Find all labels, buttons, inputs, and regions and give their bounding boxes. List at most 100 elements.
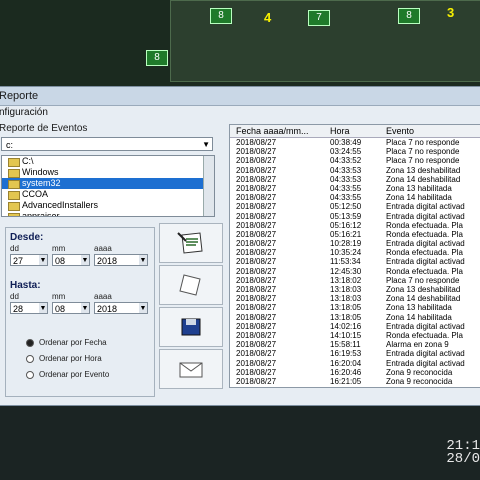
list-item[interactable]: 2018/08/27 13:18:05 Zona 13 habilitada	[230, 303, 480, 312]
chevron-down-icon[interactable]: ▼	[39, 303, 47, 313]
list-item[interactable]: 2018/08/27 05:13:59 Entrada digital activa…	[230, 212, 480, 221]
list-item[interactable]: 2018/08/27 13:18:03 Zona 14 deshabilitad	[230, 294, 480, 303]
desde-dd-select[interactable]: 27 ▼	[10, 254, 48, 266]
list-item[interactable]: 2018/08/27 04:33:52 Placa 7 no responde	[230, 156, 480, 165]
list-item[interactable]: 2018/08/27 04:33:53 Zona 13 deshabilitad	[230, 166, 480, 175]
event-description: Zona 9 reconocida	[386, 367, 453, 377]
event-time: 13:18:05	[330, 303, 362, 313]
event-time: 10:28:19	[330, 239, 362, 249]
folder-item[interactable]: appraiser	[2, 211, 214, 216]
list-item[interactable]: 2018/08/27 04:33:55 Zona 13 habilitada	[230, 184, 480, 193]
desde-mm-select[interactable]: 08 ▼	[52, 254, 90, 266]
event-time: 15:58:11	[330, 340, 361, 350]
chevron-down-icon[interactable]: ▼	[139, 303, 147, 313]
list-item[interactable]: 2018/08/27 12:45:30 Ronda efectuada. Pla	[230, 267, 480, 276]
list-item[interactable]: 2018/08/27 11:53:34 Entrada digital activa…	[230, 257, 480, 266]
drive-select[interactable]: c: ▼	[1, 137, 213, 151]
list-item[interactable]: 2018/08/27 04:33:53 Zona 14 deshabilitad	[230, 175, 480, 184]
column-header-time[interactable]: Hora	[330, 125, 350, 137]
list-item[interactable]: 2018/08/27 13:18:02 Placa 7 no responde	[230, 276, 480, 285]
map-tag[interactable]: 8	[398, 8, 420, 24]
folder-item[interactable]: C:\	[2, 156, 214, 167]
event-time: 03:24:55	[330, 147, 362, 157]
event-time: 13:18:02	[330, 275, 362, 285]
event-description: Entrada digital activad	[386, 239, 465, 249]
hasta-dd-select[interactable]: 28 ▼	[10, 302, 48, 314]
event-description: Zona 13 deshabilitad	[386, 165, 461, 175]
event-date: 2018/08/27	[236, 358, 277, 368]
report-window: Reporte nfiguración Reporte de Eventos c…	[0, 86, 480, 406]
folder-item[interactable]: CCOA	[2, 189, 214, 200]
radio-dot-icon	[26, 338, 34, 347]
list-item[interactable]: 2018/08/27 13:18:03 Zona 13 deshabilitad	[230, 285, 480, 294]
mm-label: mm	[52, 244, 66, 253]
hasta-aaaa-select[interactable]: 2018 ▼	[94, 302, 148, 314]
list-item[interactable]: 2018/08/27 15:58:11 Alarma en zona 9	[230, 340, 480, 349]
event-date: 2018/08/27	[236, 193, 277, 203]
clock: 21:1 28/0	[446, 439, 480, 467]
event-description: Placa 7 no responde	[386, 156, 460, 166]
clock-date: 28/0	[446, 451, 480, 467]
map-tag[interactable]: 7	[308, 10, 330, 26]
event-time: 16:20:46	[330, 367, 362, 377]
event-time: 04:33:55	[330, 183, 362, 193]
list-item[interactable]: 2018/08/27 16:21:05 Zona 9 reconocida	[230, 377, 480, 386]
event-description: Zona 13 habilitada	[386, 183, 452, 193]
list-item[interactable]: 2018/08/27 16:19:53 Entrada digital activa…	[230, 349, 480, 358]
event-description: Zona 13 deshabilitad	[386, 285, 461, 294]
export-button[interactable]	[159, 349, 223, 389]
folder-icon	[8, 191, 20, 200]
folder-icon	[8, 158, 20, 167]
list-item[interactable]: 2018/08/27 04:33:55 Zona 14 habilitada	[230, 193, 480, 202]
folder-item-selected[interactable]: system32	[2, 178, 214, 189]
sort-by-event-radio[interactable]: Ordenar por Evento	[26, 370, 109, 379]
floppy-disk-icon	[181, 318, 201, 336]
list-item[interactable]: 2018/08/27 16:20:46 Zona 9 reconocida	[230, 368, 480, 377]
map-tag[interactable]: 8	[146, 50, 168, 66]
event-time: 04:33:53	[330, 165, 362, 175]
event-time: 13:18:03	[330, 294, 362, 304]
chevron-down-icon[interactable]: ▼	[81, 255, 89, 265]
events-list[interactable]: Fecha aaaa/mm... Hora Evento 2018/08/27 0…	[229, 124, 480, 388]
list-item[interactable]: 2018/08/27 16:20:04 Entrada digital activa…	[230, 359, 480, 368]
list-item[interactable]: 2018/08/27 05:12:50 Entrada digital activa…	[230, 202, 480, 211]
date-range-group: Desde: dd mm aaaa 27 ▼ 08 ▼ 2018 ▼ Hasta: d…	[5, 227, 155, 397]
chevron-down-icon[interactable]: ▼	[39, 255, 47, 265]
list-item[interactable]: 2018/08/27 05:16:21 Ronda efectuada. Pla	[230, 230, 480, 239]
chevron-down-icon[interactable]: ▼	[81, 303, 89, 313]
sort-by-time-radio[interactable]: Ordenar por Hora	[26, 354, 102, 363]
event-date: 2018/08/27	[236, 248, 277, 258]
event-description: Zona 14 deshabilitad	[386, 294, 461, 304]
list-item[interactable]: 2018/08/27 10:28:19 Entrada digital activa…	[230, 239, 480, 248]
list-item[interactable]: 2018/08/27 14:02:16 Entrada digital activa…	[230, 322, 480, 331]
drive-value: c:	[6, 140, 14, 150]
folder-item[interactable]: AdvancedInstallers	[2, 200, 214, 211]
print-button[interactable]	[159, 265, 223, 305]
list-item[interactable]: 2018/08/27 00:38:49 Placa 7 no responde	[230, 138, 480, 147]
report-button[interactable]	[159, 223, 223, 263]
desde-aaaa-select[interactable]: 2018 ▼	[94, 254, 148, 266]
column-header-date[interactable]: Fecha aaaa/mm...	[236, 125, 309, 137]
map-zone-number: 4	[264, 10, 272, 25]
list-item[interactable]: 2018/08/27 03:24:55 Placa 7 no responde	[230, 147, 480, 156]
folder-scrollbar[interactable]	[203, 156, 214, 216]
window-title: Reporte	[0, 87, 480, 106]
event-date: 2018/08/27	[236, 156, 277, 166]
chevron-down-icon[interactable]: ▼	[202, 138, 210, 152]
list-item[interactable]: 2018/08/27 05:16:12 Ronda efectuada. Pla	[230, 221, 480, 230]
event-date: 2018/08/27	[236, 367, 277, 377]
sort-by-date-radio[interactable]: Ordenar por Fecha	[26, 338, 107, 347]
hasta-mm-select[interactable]: 08 ▼	[52, 302, 90, 314]
save-button[interactable]	[159, 307, 223, 347]
chevron-down-icon[interactable]: ▼	[139, 255, 147, 265]
list-item[interactable]: 2018/08/27 14:10:15 Ronda efectuada. Pla	[230, 331, 480, 340]
folder-item[interactable]: Windows	[2, 167, 214, 178]
folder-list[interactable]: C:\ Windows system32 CCOA AdvancedInstal…	[1, 155, 215, 217]
column-header-event[interactable]: Evento	[386, 125, 414, 137]
config-tab[interactable]: nfiguración	[0, 106, 480, 120]
event-time: 13:18:03	[330, 285, 362, 294]
list-item[interactable]: 2018/08/27 10:35:24 Ronda efectuada. Pla	[230, 248, 480, 257]
map-tag[interactable]: 8	[210, 8, 232, 24]
list-item[interactable]: 2018/08/27 13:18:05 Zona 14 habilitada	[230, 313, 480, 322]
event-time: 05:16:21	[330, 229, 362, 239]
